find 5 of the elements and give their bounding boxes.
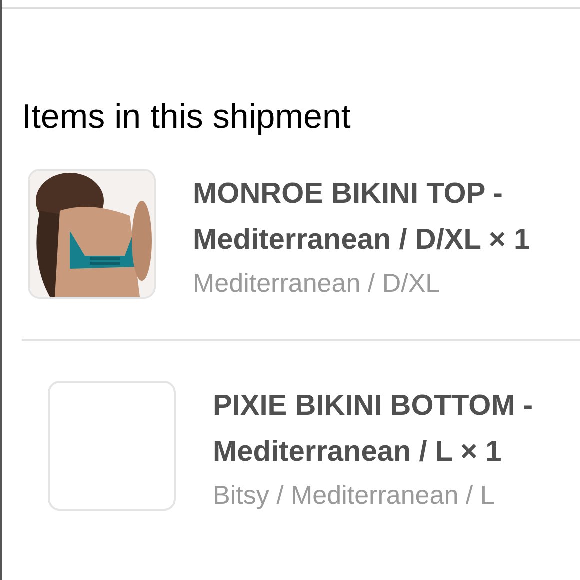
section-title: Items in this shipment	[22, 97, 351, 137]
product-variant: Bitsy / Mediterranean / L	[213, 479, 495, 512]
product-variant: Mediterranean / D/XL	[193, 267, 440, 300]
product-title: MONROE BIKINI TOP - Mediterranean / D/XL × 1	[193, 177, 532, 258]
product-title: PIXIE BIKINI BOTTOM - Mediterranean / L × 1	[213, 389, 534, 470]
